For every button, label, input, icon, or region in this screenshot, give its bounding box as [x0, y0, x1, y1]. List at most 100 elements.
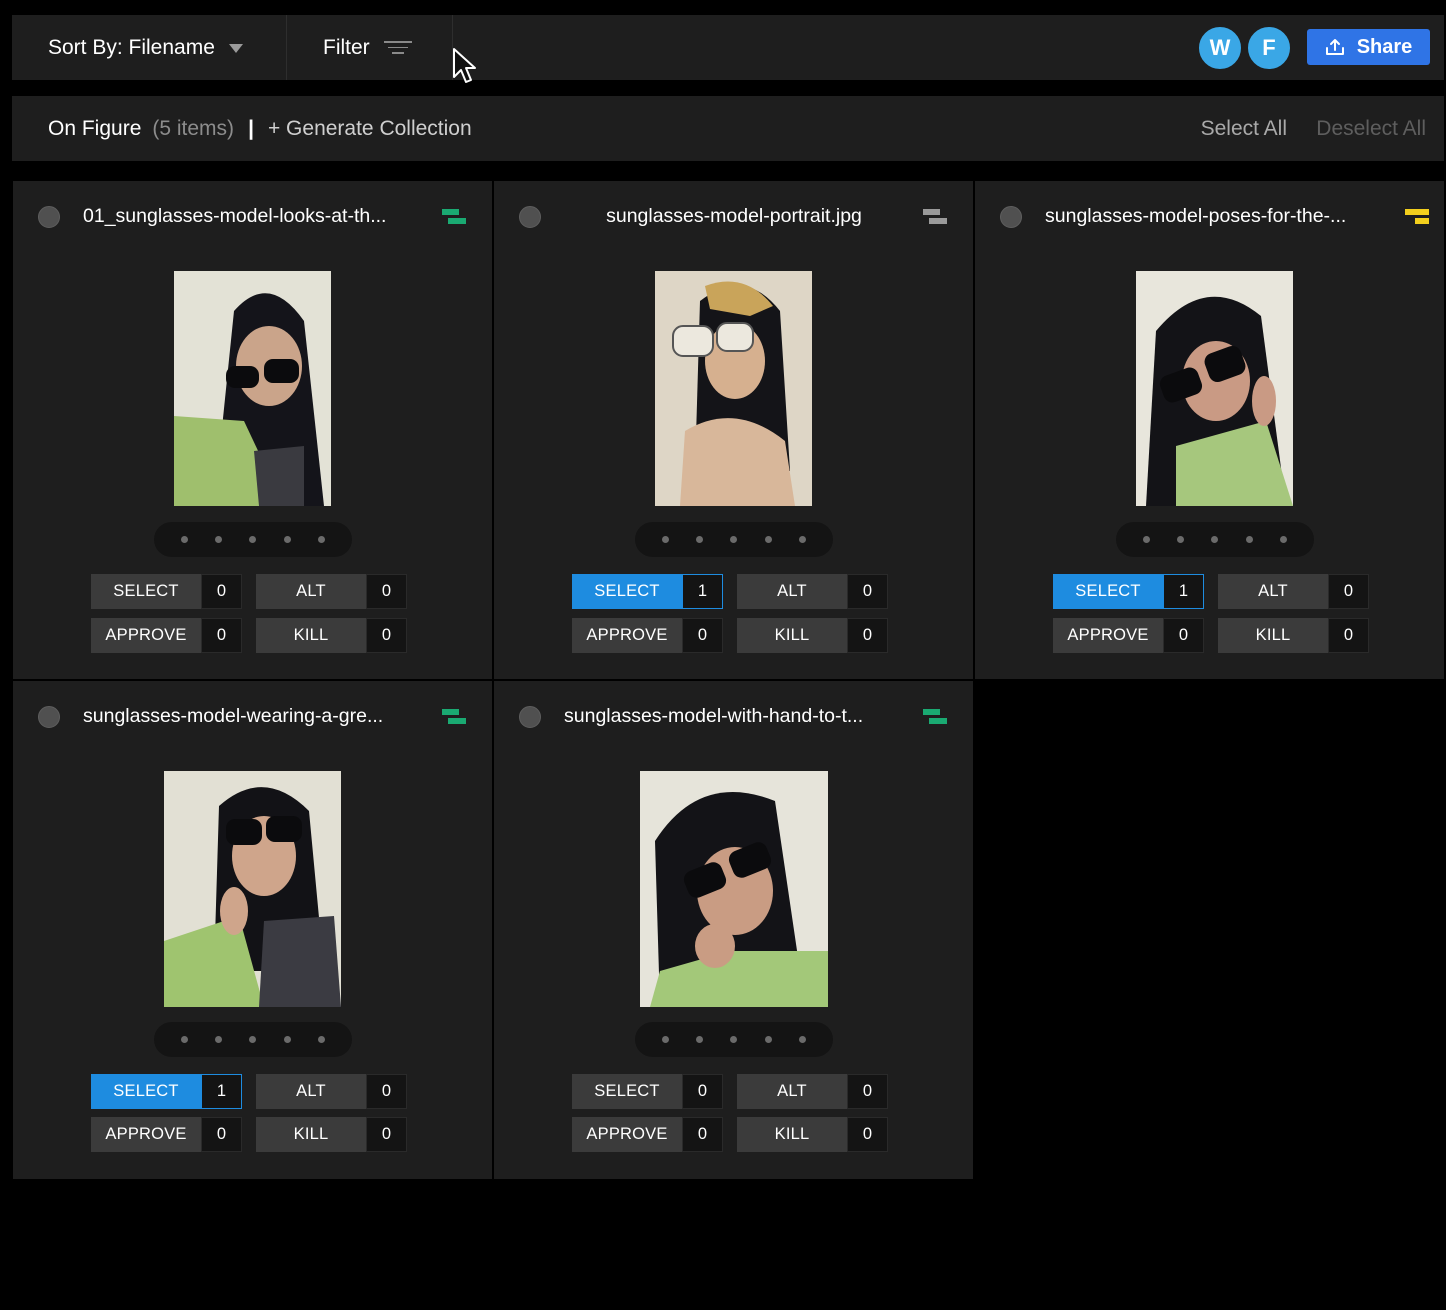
filename: sunglasses-model-poses-for-the-... [1045, 205, 1347, 227]
rating-dots[interactable] [1116, 522, 1314, 557]
kill-count: 0 [847, 618, 888, 653]
collaborator-avatars: W F [1194, 25, 1292, 71]
rating-dots[interactable] [635, 1022, 833, 1057]
thumbnail-image [174, 271, 331, 506]
alt-button[interactable]: ALT 0 [1218, 574, 1369, 609]
kill-count: 0 [1328, 618, 1369, 653]
alt-label: ALT [737, 574, 847, 609]
select-radio[interactable] [1000, 206, 1022, 228]
select-button[interactable]: SELECT 0 [91, 574, 242, 609]
thumbnail[interactable] [640, 771, 828, 1007]
select-count: 1 [1163, 574, 1204, 609]
avatar[interactable]: F [1246, 25, 1292, 71]
rating-dots[interactable] [154, 1022, 352, 1057]
approve-button[interactable]: APPROVE 0 [1053, 618, 1204, 653]
kill-count: 0 [366, 1117, 407, 1152]
sort-dropdown[interactable]: Sort By: Filename [12, 15, 287, 80]
approve-button[interactable]: APPROVE 0 [91, 1117, 242, 1152]
select-button[interactable]: SELECT 1 [91, 1074, 242, 1109]
select-radio[interactable] [519, 706, 541, 728]
alt-button[interactable]: ALT 0 [737, 574, 888, 609]
sort-label: Sort By: Filename [48, 35, 215, 59]
share-button[interactable]: Share [1307, 29, 1430, 65]
filename: sunglasses-model-portrait.jpg [606, 205, 862, 227]
approve-count: 0 [1163, 618, 1204, 653]
kill-count: 0 [847, 1117, 888, 1152]
alt-count: 0 [847, 1074, 888, 1109]
select-radio[interactable] [38, 706, 60, 728]
upload-icon [1325, 39, 1344, 55]
filename: 01_sunglasses-model-looks-at-th... [83, 205, 387, 227]
approve-button[interactable]: APPROVE 0 [572, 618, 723, 653]
status-icon [442, 709, 466, 726]
approve-label: APPROVE [572, 1117, 682, 1152]
kill-button[interactable]: KILL 0 [1218, 618, 1369, 653]
select-radio[interactable] [38, 206, 60, 228]
asset-card[interactable]: sunglasses-model-poses-for-the-... SELEC… [975, 181, 1444, 679]
status-icon [923, 209, 947, 226]
rating-dots[interactable] [635, 522, 833, 557]
asset-card[interactable]: 01_sunglasses-model-looks-at-th... SELEC… [13, 181, 492, 679]
thumbnail[interactable] [174, 271, 331, 506]
divider: | [248, 116, 254, 140]
approve-count: 0 [201, 618, 242, 653]
select-label: SELECT [91, 574, 201, 609]
alt-button[interactable]: ALT 0 [737, 1074, 888, 1109]
select-label: SELECT [91, 1074, 201, 1109]
collection-count: (5 items) [152, 116, 235, 140]
select-button[interactable]: SELECT 0 [572, 1074, 723, 1109]
alt-label: ALT [737, 1074, 847, 1109]
filter-button[interactable]: Filter [287, 15, 453, 80]
alt-count: 0 [847, 574, 888, 609]
select-count: 0 [201, 574, 242, 609]
select-label: SELECT [572, 1074, 682, 1109]
asset-card[interactable]: sunglasses-model-portrait.jpg SELECT 1 A… [494, 181, 973, 679]
thumbnail-image [1136, 271, 1293, 506]
mouse-cursor-icon [453, 48, 476, 83]
alt-button[interactable]: ALT 0 [256, 1074, 407, 1109]
kill-label: KILL [256, 1117, 366, 1152]
thumbnail[interactable] [164, 771, 341, 1007]
avatar[interactable]: W [1197, 25, 1243, 71]
alt-count: 0 [366, 574, 407, 609]
select-button[interactable]: SELECT 1 [1053, 574, 1204, 609]
approve-button[interactable]: APPROVE 0 [91, 618, 242, 653]
toolbar: Sort By: Filename Filter W F Share [12, 15, 1444, 80]
filename: sunglasses-model-wearing-a-gre... [83, 705, 384, 727]
approve-label: APPROVE [1053, 618, 1163, 653]
select-label: SELECT [1053, 574, 1163, 609]
kill-button[interactable]: KILL 0 [256, 618, 407, 653]
rating-dots[interactable] [154, 522, 352, 557]
approve-count: 0 [201, 1117, 242, 1152]
thumbnail[interactable] [1136, 271, 1293, 506]
alt-label: ALT [256, 574, 366, 609]
select-button[interactable]: SELECT 1 [572, 574, 723, 609]
approve-button[interactable]: APPROVE 0 [572, 1117, 723, 1152]
caret-down-icon [228, 44, 243, 53]
kill-button[interactable]: KILL 0 [256, 1117, 407, 1152]
alt-count: 0 [1328, 574, 1369, 609]
alt-label: ALT [256, 1074, 366, 1109]
asset-card[interactable]: sunglasses-model-wearing-a-gre... SELECT… [13, 681, 492, 1179]
collection-title: On Figure [48, 116, 142, 140]
thumbnail[interactable] [655, 271, 812, 506]
alt-count: 0 [366, 1074, 407, 1109]
kill-button[interactable]: KILL 0 [737, 1117, 888, 1152]
kill-label: KILL [737, 618, 847, 653]
alt-button[interactable]: ALT 0 [256, 574, 407, 609]
deselect-all-button[interactable]: Deselect All [1316, 117, 1426, 141]
generate-collection-button[interactable]: + Generate Collection [268, 117, 472, 141]
select-count: 1 [201, 1074, 242, 1109]
filename: sunglasses-model-with-hand-to-t... [564, 705, 864, 727]
select-all-button[interactable]: Select All [1201, 117, 1287, 141]
select-radio[interactable] [519, 206, 541, 228]
approve-label: APPROVE [91, 1117, 201, 1152]
thumbnail-image [655, 271, 812, 506]
asset-card[interactable]: sunglasses-model-with-hand-to-t... SELEC… [494, 681, 973, 1179]
approve-label: APPROVE [91, 618, 201, 653]
kill-button[interactable]: KILL 0 [737, 618, 888, 653]
kill-label: KILL [737, 1117, 847, 1152]
kill-label: KILL [256, 618, 366, 653]
share-label: Share [1356, 35, 1413, 58]
filter-label: Filter [323, 35, 370, 59]
